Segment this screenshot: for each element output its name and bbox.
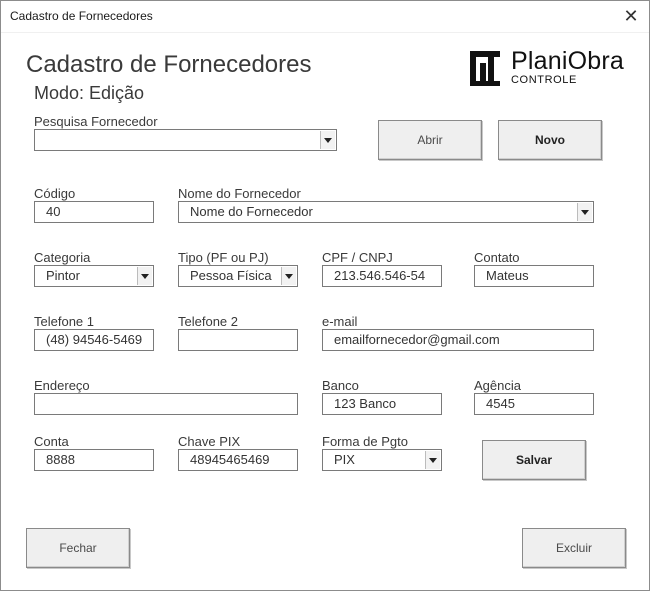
chevron-down-icon[interactable] — [137, 267, 152, 285]
search-label: Pesquisa Fornecedor — [34, 114, 158, 129]
pagamento-label: Forma de Pgto — [322, 434, 408, 449]
codigo-label: Código — [34, 186, 76, 201]
email-label: e-mail — [322, 314, 358, 329]
telefone1-field[interactable]: (48) 94546-5469 — [34, 329, 154, 351]
conta-label: Conta — [34, 434, 69, 449]
categoria-label: Categoria — [34, 250, 91, 265]
chevron-down-icon[interactable] — [577, 203, 592, 221]
open-button[interactable]: Abrir — [378, 120, 482, 160]
close-button[interactable]: Fechar — [26, 528, 130, 568]
delete-button[interactable]: Excluir — [522, 528, 626, 568]
nome-combobox[interactable]: Nome do Fornecedor — [178, 201, 594, 223]
categoria-combobox[interactable]: Pintor — [34, 265, 154, 287]
banco-field[interactable]: 123 Banco — [322, 393, 442, 415]
mode-label: Modo: Edição — [34, 83, 145, 103]
tipo-label: Tipo (PF ou PJ) — [178, 250, 269, 265]
new-button[interactable]: Novo — [498, 120, 602, 160]
cpf-field[interactable]: 213.546.546-54 — [322, 265, 442, 287]
agencia-field[interactable]: 4545 — [474, 393, 594, 415]
pagamento-combobox[interactable]: PIX — [322, 449, 442, 471]
pix-label: Chave PIX — [178, 434, 241, 449]
close-icon[interactable]: ✕ — [619, 5, 643, 27]
chevron-down-icon[interactable] — [281, 267, 296, 285]
logo-subtitle: CONTROLE — [511, 74, 577, 86]
telefone2-label: Telefone 2 — [178, 314, 238, 329]
endereco-field[interactable] — [34, 393, 298, 415]
tipo-combobox[interactable]: Pessoa Física — [178, 265, 298, 287]
endereco-label: Endereço — [34, 378, 90, 393]
banco-label: Banco — [322, 378, 359, 393]
conta-field[interactable]: 8888 — [34, 449, 154, 471]
window-title: Cadastro de Fornecedores — [10, 9, 153, 23]
page-title: Cadastro de Fornecedores — [26, 51, 312, 78]
search-combobox[interactable] — [34, 129, 337, 151]
logo-name: PlaniObra — [511, 47, 624, 75]
email-field[interactable]: emailfornecedor@gmail.com — [322, 329, 594, 351]
cpf-label: CPF / CNPJ — [322, 250, 393, 265]
dialog-window: Cadastro de Fornecedores ✕ Cadastro de F… — [0, 0, 650, 591]
title-bar: Cadastro de Fornecedores ✕ — [1, 1, 649, 33]
telefone1-label: Telefone 1 — [34, 314, 94, 329]
agencia-label: Agência — [474, 378, 521, 393]
planiobra-logo: PlaniObra CONTROLE — [467, 47, 627, 91]
save-button[interactable]: Salvar — [482, 440, 586, 480]
codigo-field[interactable]: 40 — [34, 201, 154, 223]
nome-label: Nome do Fornecedor — [178, 186, 301, 201]
chevron-down-icon[interactable] — [425, 451, 440, 469]
contato-label: Contato — [474, 250, 520, 265]
chevron-down-icon[interactable] — [320, 131, 335, 149]
contato-field[interactable]: Mateus — [474, 265, 594, 287]
telefone2-field[interactable] — [178, 329, 298, 351]
pix-field[interactable]: 48945465469 — [178, 449, 298, 471]
logo-mark-icon — [470, 51, 500, 86]
